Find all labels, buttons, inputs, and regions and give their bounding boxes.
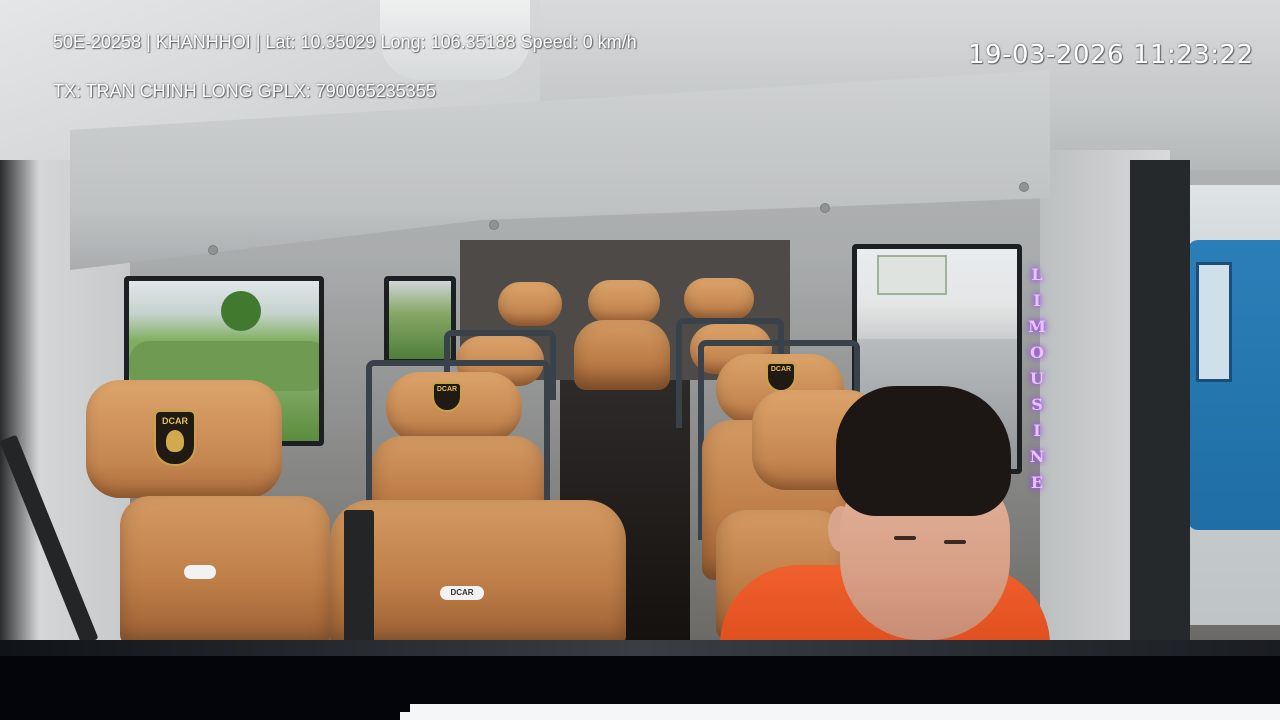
- timestamp-text: 19-03-2026 11:23:22: [968, 40, 1254, 70]
- bottom-notch: [400, 704, 410, 712]
- window-tree: [221, 291, 261, 331]
- driver-info-text: TX: TRAN CHINH LONG GPLX: 790065235355: [53, 81, 436, 101]
- limousine-sign-letter: O: [1030, 343, 1044, 362]
- limousine-sign-letter: N: [1029, 447, 1045, 466]
- rear-headrest: [684, 278, 754, 320]
- seat-emblem: DCAR: [766, 362, 796, 392]
- foreground-seat-back: [330, 500, 626, 640]
- seat-brand-text: DCAR: [436, 386, 458, 393]
- limousine-sign-letter: M: [1028, 317, 1046, 336]
- limousine-sign-letter: I: [1033, 291, 1041, 310]
- shelf-bolt: [208, 245, 218, 255]
- limousine-sign-letter: L: [1031, 265, 1043, 284]
- limousine-sign-letter: S: [1031, 395, 1043, 414]
- driver-eye: [894, 536, 916, 540]
- shelf-bolt: [1019, 182, 1029, 192]
- door-frame: [1130, 160, 1190, 640]
- rear-seat: [574, 320, 670, 390]
- rear-headrest: [588, 280, 660, 324]
- seat-emblem: DCAR: [154, 410, 196, 466]
- limousine-sign-letter: E: [1030, 473, 1044, 492]
- limousine-sign: LIMOUSINE: [1024, 262, 1050, 492]
- vehicle-info-text: 50E-20258 | KHANHHOI | Lat: 10.35029 Lon…: [53, 32, 637, 52]
- lion-icon: [166, 430, 184, 452]
- driver-eye: [944, 540, 966, 544]
- shelf-bolt: [820, 203, 830, 213]
- limousine-sign-letter: U: [1030, 369, 1044, 388]
- driver-hair: [836, 386, 1011, 516]
- seat-emblem: DCAR: [432, 382, 462, 412]
- limousine-sign-letter: I: [1033, 421, 1041, 440]
- shelf-bolt: [489, 220, 499, 230]
- seat-brand-text: DCAR: [162, 416, 188, 426]
- seat-badge: DCAR: [440, 586, 484, 600]
- rear-headrest: [498, 282, 562, 326]
- bottom-strip: [0, 640, 1280, 656]
- seat-badge-text: DCAR: [450, 588, 474, 597]
- seat-brand-text: DCAR: [770, 366, 792, 373]
- seat-belt: [344, 510, 374, 640]
- seat-badge: [184, 565, 216, 579]
- bus-window: [1196, 262, 1232, 382]
- bottom-white-bar: [400, 704, 1280, 720]
- foreground-seat: [120, 496, 330, 640]
- window-building: [877, 255, 947, 295]
